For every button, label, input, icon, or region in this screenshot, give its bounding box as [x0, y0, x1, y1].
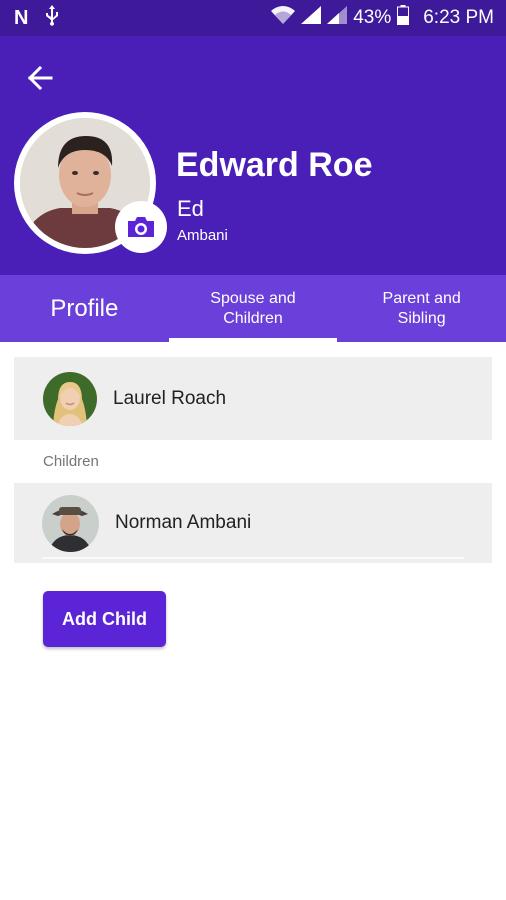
list-item[interactable]: Norman Ambani [14, 483, 492, 563]
tab-parent-sibling-label: Parent and Sibling [382, 289, 461, 327]
add-child-button[interactable]: Add Child [43, 591, 166, 647]
active-tab-indicator [168, 338, 338, 342]
spouse-avatar [43, 371, 97, 426]
tab-parent-sibling[interactable]: Parent and Sibling [337, 275, 506, 342]
tab-spouse-children[interactable]: Spouse and Children [168, 275, 338, 342]
usb-icon [45, 4, 59, 32]
signal-icon-2 [327, 6, 348, 30]
children-section-label: Children [43, 453, 99, 470]
change-photo-button[interactable] [115, 201, 167, 253]
profile-nickname: Ed [177, 196, 204, 221]
child-name: Norman Ambani [115, 512, 252, 533]
back-button[interactable] [18, 56, 62, 100]
profile-header: Edward Roe Ed Ambani [0, 36, 506, 275]
status-left: N [14, 4, 59, 32]
back-arrow-icon [27, 66, 53, 90]
signal-icon [301, 6, 322, 30]
battery-level: 43% [353, 7, 392, 28]
child-avatar [42, 494, 99, 552]
wifi-icon [271, 6, 296, 30]
camera-icon [128, 217, 154, 237]
tab-profile[interactable]: Profile [0, 275, 169, 342]
tab-bar: Profile Spouse and Children Parent and S… [0, 275, 506, 342]
app-root: N 43% 6:23 PM Edward Roe Ed Ambani Profi… [0, 0, 506, 900]
tab-profile-label: Profile [50, 294, 119, 322]
tab-spouse-children-label: Spouse and Children [210, 289, 296, 327]
n-icon: N [14, 6, 28, 29]
profile-name: Edward Roe [176, 146, 373, 184]
battery-icon [397, 5, 410, 31]
status-right: 43% 6:23 PM [271, 5, 494, 31]
profile-surname: Ambani [177, 227, 228, 244]
spouse-item[interactable]: Laurel Roach [14, 357, 492, 440]
spouse-name: Laurel Roach [113, 387, 227, 409]
clock: 6:23 PM [423, 7, 494, 28]
divider [42, 557, 464, 559]
status-bar: N 43% 6:23 PM [0, 0, 506, 36]
